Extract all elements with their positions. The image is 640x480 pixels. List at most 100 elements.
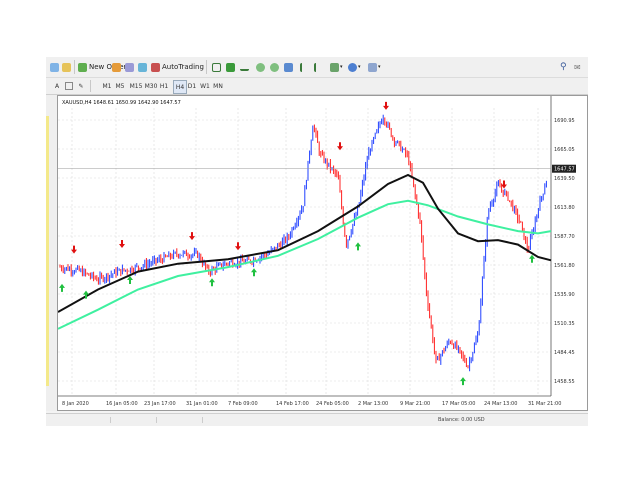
history-icon bbox=[112, 62, 121, 72]
main-toolbar: New Order AutoTrading ▾ ▾ ▾ ⚲ ✉ bbox=[46, 57, 588, 78]
expert-icon bbox=[138, 62, 147, 72]
candlestick-icon bbox=[226, 62, 235, 72]
timeframe-h1-button[interactable]: H1 bbox=[158, 80, 170, 92]
expert-button[interactable] bbox=[138, 60, 147, 74]
price-tick-label: 1587.70 bbox=[554, 234, 575, 240]
chart-shift-button[interactable] bbox=[300, 60, 308, 74]
timeframe-w1-button[interactable]: W1 bbox=[199, 80, 211, 92]
timeframe-toolbar: A ✎ M1 M5 M15 M30 H1 H4 D1 W1 MN bbox=[46, 78, 588, 95]
price-tick-label: 1690.95 bbox=[554, 118, 575, 124]
buy-arrow bbox=[209, 278, 215, 287]
chat-icon: ✉ bbox=[574, 62, 581, 72]
price-tick-label: 1484.45 bbox=[554, 350, 575, 356]
status-tab[interactable] bbox=[162, 417, 203, 423]
new-order-icon bbox=[78, 62, 87, 72]
current-price-label: 1647.57 bbox=[554, 167, 575, 173]
time-tick-label: 31 Mar 21:00 bbox=[528, 401, 561, 407]
label-tool-button[interactable]: ✎ bbox=[76, 80, 86, 92]
tile-windows-button[interactable] bbox=[284, 60, 293, 74]
time-tick-label: 31 Jan 01:00 bbox=[186, 401, 218, 407]
autotrading-button[interactable]: AutoTrading bbox=[151, 60, 204, 74]
one-click-trading-strip[interactable] bbox=[46, 116, 49, 386]
status-tab[interactable] bbox=[116, 417, 157, 423]
price-tick-label: 1665.05 bbox=[554, 147, 575, 153]
autotrading-label: AutoTrading bbox=[162, 63, 204, 71]
chart-header-label: XAUUSD,H4 1648.61 1650.99 1642.90 1647.5… bbox=[62, 100, 181, 106]
time-tick-label: 2 Mar 13:00 bbox=[358, 401, 388, 407]
chat-button[interactable]: ✉ bbox=[574, 60, 581, 74]
trading-terminal-window: New Order AutoTrading ▾ ▾ ▾ ⚲ ✉ A ✎ M1 M5… bbox=[46, 57, 588, 426]
zoom-out-button[interactable] bbox=[270, 60, 279, 74]
zoom-in-icon bbox=[256, 62, 265, 72]
timeframe-m30-button[interactable]: M30 bbox=[145, 80, 158, 92]
chevron-down-icon: ▾ bbox=[340, 64, 343, 70]
buy-arrow bbox=[355, 242, 361, 251]
line-chart-button[interactable] bbox=[240, 60, 249, 74]
timeframe-m5-button[interactable]: M5 bbox=[114, 80, 126, 92]
new-chart-icon bbox=[50, 62, 59, 72]
autoscroll-button[interactable] bbox=[314, 60, 322, 74]
crosshair-button[interactable]: A bbox=[52, 80, 62, 92]
chevron-down-icon: ▾ bbox=[378, 64, 381, 70]
price-tick-label: 1535.90 bbox=[554, 292, 575, 298]
time-tick-label: 14 Feb 17:00 bbox=[276, 401, 309, 407]
time-tick-label: 17 Mar 05:00 bbox=[442, 401, 475, 407]
price-tick-label: 1510.35 bbox=[554, 321, 575, 327]
price-chart[interactable]: XAUUSD,H4 1648.61 1650.99 1642.90 1647.5… bbox=[57, 96, 587, 410]
zoom-in-button[interactable] bbox=[256, 60, 265, 74]
tile-windows-icon bbox=[284, 62, 293, 72]
text-tool-button[interactable] bbox=[64, 80, 74, 92]
price-tick-label: 1639.50 bbox=[554, 176, 575, 182]
time-tick-label: 24 Mar 13:00 bbox=[484, 401, 517, 407]
timeframe-d1-button[interactable]: D1 bbox=[186, 80, 198, 92]
indicators-icon bbox=[330, 62, 339, 72]
clock-icon bbox=[348, 62, 357, 72]
autoscroll-icon bbox=[314, 62, 322, 72]
buy-arrow bbox=[460, 377, 466, 386]
sell-arrow bbox=[189, 232, 195, 241]
profiles-button[interactable] bbox=[62, 60, 71, 74]
time-tick-label: 7 Feb 09:00 bbox=[228, 401, 258, 407]
buy-arrow bbox=[127, 276, 133, 285]
zoom-out-icon bbox=[270, 62, 279, 72]
templates-icon bbox=[368, 62, 377, 72]
toolbar-separator bbox=[74, 60, 75, 74]
bar-chart-button[interactable] bbox=[212, 60, 221, 74]
timeframe-h4-button[interactable]: H4 bbox=[173, 80, 187, 94]
profiles-icon bbox=[62, 62, 71, 72]
timeframe-mn-button[interactable]: MN bbox=[212, 80, 224, 92]
sell-arrow bbox=[383, 101, 389, 110]
chart-window[interactable]: XAUUSD,H4 1648.61 1650.99 1642.90 1647.5… bbox=[57, 95, 588, 411]
text-tool-icon bbox=[65, 82, 73, 90]
price-tick-label: 1458.55 bbox=[554, 379, 575, 385]
new-chart-button[interactable] bbox=[50, 60, 59, 74]
sell-arrow bbox=[119, 239, 125, 248]
options-icon bbox=[125, 62, 134, 72]
time-tick-label: 23 Jan 17:00 bbox=[144, 401, 176, 407]
label-tool-icon: ✎ bbox=[78, 82, 84, 90]
timeframe-m15-button[interactable]: M15 bbox=[130, 80, 143, 92]
indicators-button[interactable]: ▾ bbox=[330, 60, 343, 74]
price-tick-label: 1613.80 bbox=[554, 205, 575, 211]
line-chart-icon bbox=[240, 63, 249, 71]
search-icon: ⚲ bbox=[560, 62, 567, 72]
price-tick-label: 1561.80 bbox=[554, 263, 575, 269]
templates-button[interactable]: ▾ bbox=[368, 60, 381, 74]
cursor-icon: A bbox=[54, 82, 60, 90]
search-button[interactable]: ⚲ bbox=[560, 60, 567, 74]
toolbar-separator bbox=[206, 60, 207, 74]
status-bar: Balance: 0.00 USD bbox=[46, 413, 588, 426]
time-tick-label: 8 Jan 2020 bbox=[62, 401, 89, 407]
options-button[interactable] bbox=[125, 60, 134, 74]
history-button[interactable] bbox=[112, 60, 121, 74]
buy-arrow bbox=[251, 268, 257, 277]
time-tick-label: 24 Feb 05:00 bbox=[316, 401, 349, 407]
chevron-down-icon: ▾ bbox=[358, 64, 361, 70]
autotrading-icon bbox=[151, 62, 160, 72]
toolbar-separator bbox=[90, 80, 91, 92]
balance-text: Balance: 0.00 USD bbox=[438, 417, 485, 423]
periods-button[interactable]: ▾ bbox=[348, 60, 361, 74]
candle-chart-button[interactable] bbox=[226, 60, 235, 74]
timeframe-m1-button[interactable]: M1 bbox=[101, 80, 113, 92]
status-tab[interactable] bbox=[50, 417, 111, 423]
